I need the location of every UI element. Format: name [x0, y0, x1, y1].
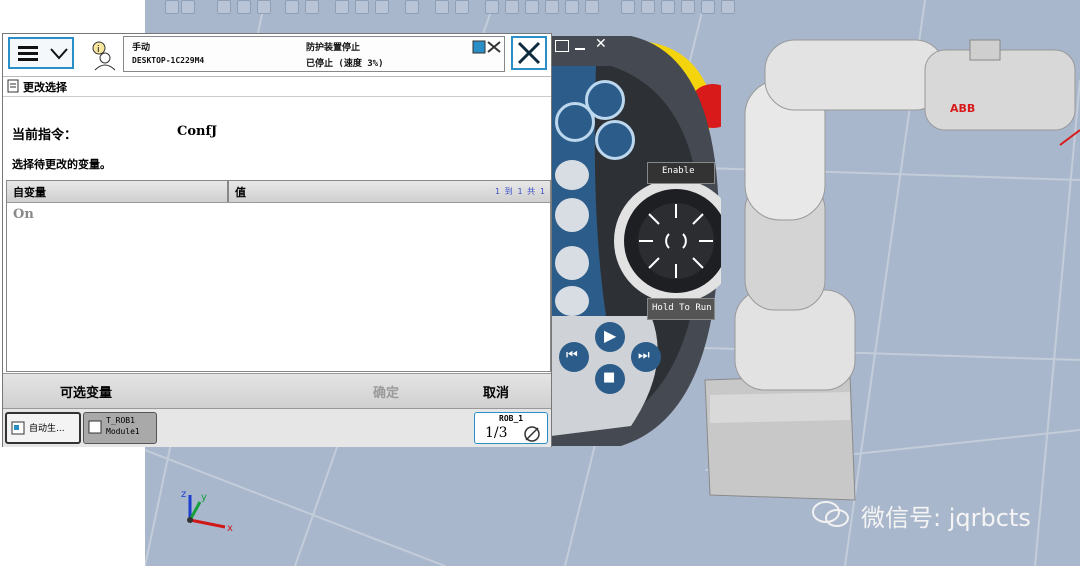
step-backward-button[interactable]: ⏮	[559, 342, 589, 372]
action-bar: 可选变量 确定 取消	[3, 373, 551, 409]
production-window-icon	[11, 421, 25, 435]
mech-unit-button[interactable]	[555, 102, 595, 142]
jog-linear-button[interactable]	[555, 160, 589, 190]
toolbar-icon[interactable]	[525, 0, 539, 14]
cancel-button[interactable]: 取消	[483, 382, 509, 401]
toolbar-icon[interactable]	[721, 0, 735, 14]
window-icon[interactable]	[555, 40, 569, 52]
toolbar-icon[interactable]	[237, 0, 251, 14]
pagination-text: 1 到 1 共 1	[495, 187, 545, 196]
taskbar: 自动生... T_ROB1 Module1 ROB_1 1/3	[3, 408, 551, 447]
toolbar-icon[interactable]	[405, 0, 419, 14]
svg-text:x: x	[227, 523, 233, 534]
hold-to-run-button[interactable]: Hold To Run	[647, 298, 715, 320]
robot-fraction: 1/3	[485, 425, 508, 441]
run-state: 已停止 (速度 3%)	[306, 59, 384, 69]
program-editor-icon	[88, 420, 102, 434]
svg-text:z: z	[181, 489, 186, 500]
task-program-editor[interactable]: T_ROB1 Module1	[83, 412, 157, 444]
toolbar-icon[interactable]	[335, 0, 349, 14]
flexpendant-window: i 手动 DESKTOP-1C229M4 防护装置停止 已停止 (速度 3%)	[2, 33, 552, 447]
optional-variables-button[interactable]: 可选变量	[60, 382, 112, 401]
view-title-bar: 更改选择	[3, 76, 551, 97]
status-panel[interactable]: 手动 DESKTOP-1C229M4 防护装置停止 已停止 (速度 3%)	[123, 36, 505, 72]
svg-text:ABB: ABB	[950, 102, 975, 115]
toolbar-icon[interactable]	[585, 0, 599, 14]
toolbar-icon[interactable]	[641, 0, 655, 14]
view-title: 更改选择	[23, 81, 67, 94]
joystick[interactable]	[631, 196, 721, 286]
toolbar-icon[interactable]	[565, 0, 579, 14]
program-editor-icon	[7, 79, 19, 93]
toolbar-icon[interactable]	[181, 0, 195, 14]
status-bar: i 手动 DESKTOP-1C229M4 防护装置停止 已停止 (速度 3%)	[3, 34, 551, 77]
safety-state: 防护装置停止	[306, 43, 361, 53]
toolbar-icon[interactable]	[257, 0, 271, 14]
column-divider	[227, 181, 229, 202]
minimize-icon[interactable]	[575, 48, 585, 50]
hamburger-icon	[18, 46, 38, 49]
current-instruction-value: ConfJ	[177, 124, 218, 139]
increment-button[interactable]	[555, 286, 589, 316]
toolbar-icon[interactable]	[455, 0, 469, 14]
current-instruction-label: 当前指令：	[12, 128, 78, 143]
toolbar-icon[interactable]	[621, 0, 635, 14]
chevron-down-icon	[50, 48, 68, 60]
toolbar-icon[interactable]	[305, 0, 319, 14]
task-autoproducer[interactable]: 自动生...	[5, 412, 81, 444]
toolbar-icon[interactable]	[661, 0, 675, 14]
flexpendant-hardware: ✕ Enable Hold To Run ▶ ⏮ ⏭ ■	[551, 36, 721, 446]
abb-menu-button[interactable]	[8, 37, 74, 69]
viewport-toolbar	[145, 0, 745, 14]
jog-reorient-button[interactable]	[555, 198, 589, 232]
step-forward-button[interactable]: ⏭	[631, 342, 661, 372]
enable-button[interactable]: Enable	[647, 162, 715, 184]
svg-text:i: i	[97, 45, 100, 55]
toolbar-icon[interactable]	[545, 0, 559, 14]
watermark-text: 微信号: jqrbcts	[861, 504, 1031, 532]
argument-table: 自变量 值 1 到 1 共 1 On	[6, 180, 551, 372]
toolbar-icon[interactable]	[435, 0, 449, 14]
column-header-value: 值	[235, 186, 246, 199]
start-button[interactable]: ▶	[595, 322, 625, 352]
toolbar-icon[interactable]	[165, 0, 179, 14]
ok-button[interactable]: 确定	[373, 382, 399, 401]
toolbar-icon[interactable]	[505, 0, 519, 14]
toolbar-icon[interactable]	[285, 0, 299, 14]
table-header: 自变量 值 1 到 1 共 1	[7, 181, 550, 203]
jog-axis-button[interactable]	[555, 246, 589, 280]
toolbar-icon[interactable]	[681, 0, 695, 14]
prompt-text: 选择待更改的变量。	[12, 158, 111, 171]
close-button[interactable]	[511, 36, 547, 70]
toolbar-icon[interactable]	[701, 0, 715, 14]
wechat-icon	[812, 501, 849, 527]
speed-icon	[524, 426, 540, 442]
svg-text:y: y	[201, 492, 207, 503]
quickset-robot-button[interactable]: ROB_1 1/3	[474, 412, 548, 444]
toolbar-icon[interactable]	[217, 0, 231, 14]
table-row[interactable]: On	[7, 203, 550, 227]
toolbar-icon[interactable]	[355, 0, 369, 14]
toolbar-icon[interactable]	[375, 0, 389, 14]
event-log-icon[interactable]: i	[87, 38, 119, 72]
quickset-icon[interactable]	[472, 40, 502, 54]
mode-text: 手动	[132, 43, 151, 53]
motion-mode-button[interactable]	[595, 120, 635, 160]
close-pendant-icon[interactable]: ✕	[595, 36, 607, 52]
stop-button[interactable]: ■	[595, 364, 625, 394]
column-header-argument: 自变量	[13, 186, 46, 199]
controller-name: DESKTOP-1C229M4	[132, 56, 205, 65]
close-icon	[517, 41, 541, 65]
toolbar-icon[interactable]	[485, 0, 499, 14]
argument-cell: On	[13, 207, 34, 222]
